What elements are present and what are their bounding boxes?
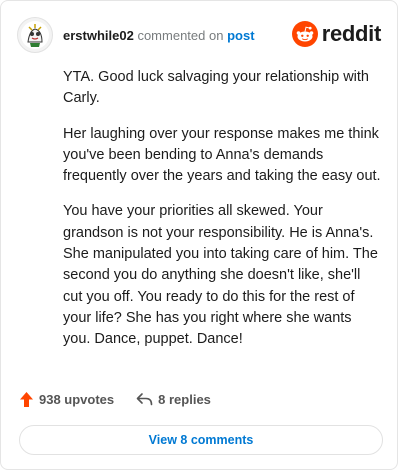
reddit-wordmark: reddit (321, 21, 382, 46)
comment-paragraph: YTA. Good luck salvaging your relationsh… (63, 69, 369, 107)
avatar[interactable] (17, 17, 53, 53)
reddit-logo[interactable]: reddit (291, 21, 382, 47)
upvote-count: 938 upvotes (39, 391, 115, 407)
comment-actions: 938 upvotes 8 replies (19, 389, 233, 409)
post-link[interactable]: post (227, 28, 254, 43)
view-comments-button[interactable]: View 8 comments (19, 425, 383, 455)
upvote-button[interactable]: 938 upvotes (19, 391, 114, 408)
reply-count: 8 replies (158, 391, 211, 407)
comment-meta: erstwhile02 commented on post (63, 28, 255, 43)
comment-card: erstwhile02 commented on post reddit YTA… (0, 0, 398, 470)
action-text: commented on (137, 27, 224, 43)
comment-header: erstwhile02 commented on post reddit (17, 17, 381, 53)
upvote-arrow-icon (20, 391, 33, 407)
comment-body: YTA. Good luck salvaging your relationsh… (63, 67, 381, 365)
replies-button[interactable]: 8 replies (136, 392, 211, 407)
reply-arrow-icon (136, 392, 153, 405)
username-link[interactable]: erstwhile02 (63, 28, 134, 43)
avatar-icon (21, 21, 49, 49)
comment-paragraph: Her laughing over your response makes me… (63, 125, 381, 185)
reddit-snoo-icon (291, 21, 318, 47)
comment-paragraph: You have your priorities all skewed. You… (63, 203, 378, 348)
